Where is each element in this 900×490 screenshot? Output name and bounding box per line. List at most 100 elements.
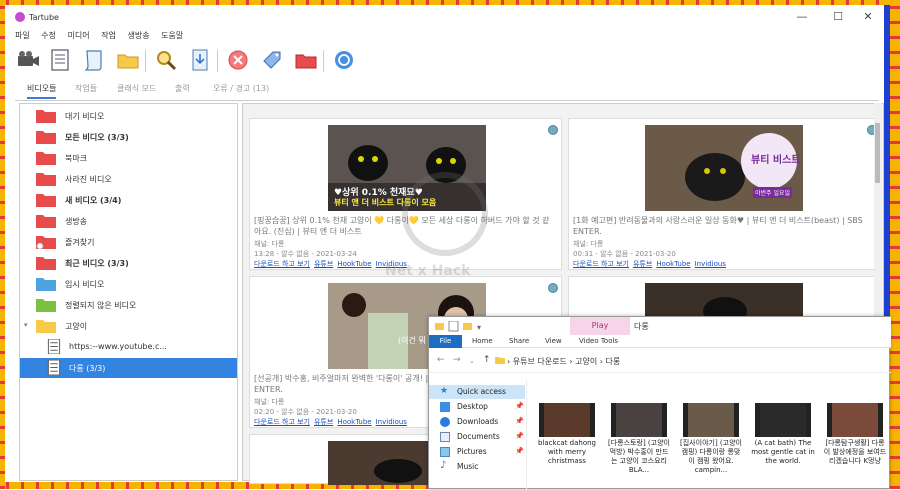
menu-livestreams[interactable]: 생방송 bbox=[127, 31, 149, 40]
tab-output[interactable]: 출력 bbox=[175, 83, 190, 94]
invidious-link[interactable]: Invidious bbox=[695, 260, 726, 268]
nav-downloads[interactable]: Downloads 📌 bbox=[429, 415, 525, 429]
stop-icon[interactable] bbox=[225, 47, 251, 73]
breadcrumb-item[interactable]: 다롱 bbox=[606, 357, 621, 366]
ribbon-view-tab[interactable]: View bbox=[545, 337, 562, 345]
svg-text:▾: ▾ bbox=[477, 323, 481, 332]
tab-play[interactable]: Play bbox=[570, 317, 630, 335]
nav-documents[interactable]: Documents 📌 bbox=[429, 430, 525, 444]
sidebar-item-favourites[interactable]: 즐겨찾기 bbox=[20, 232, 237, 252]
menu-help[interactable]: 도움말 bbox=[161, 31, 183, 40]
magnifier-icon[interactable] bbox=[153, 47, 179, 73]
nav-quick-access[interactable]: ★ Quick access bbox=[429, 385, 525, 399]
sidebar-item-missing[interactable]: 사라진 비디오 bbox=[20, 169, 237, 189]
globe-icon bbox=[548, 125, 558, 135]
video-channel: 채널: 다롱 bbox=[254, 398, 285, 406]
download-icon[interactable] bbox=[187, 47, 213, 73]
minimize-button[interactable]: — bbox=[791, 9, 813, 25]
folder-red-icon[interactable] bbox=[293, 47, 319, 73]
video-card[interactable]: ♥상위 0.1% 천재묘♥ 뷰티 앤 더 비스트 다롱이 모음 [핑꿍습꿍] 상… bbox=[249, 118, 562, 270]
breadcrumb: › 유튜브 다운로드 › 고양이 › 다롱 bbox=[507, 356, 620, 367]
ribbon-video-tools-tab[interactable]: Video Tools bbox=[579, 337, 618, 345]
hooktube-link[interactable]: HookTube bbox=[337, 260, 371, 268]
pin-icon: 📌 bbox=[515, 432, 524, 440]
tag-icon[interactable] bbox=[259, 47, 285, 73]
refresh-icon[interactable] bbox=[331, 47, 357, 73]
video-file-name: [다롱탐구생활] 다롱이 발상에정을 보여드리겠습니다 K멍냥 bbox=[823, 439, 887, 465]
menu-file[interactable]: 파일 bbox=[15, 31, 30, 40]
sidebar-item-label: 생방송 bbox=[65, 217, 88, 226]
thumbnail-caption: 뷰티 비스트 bbox=[751, 155, 801, 166]
chevron-down-icon[interactable]: ▾ bbox=[24, 321, 28, 329]
quick-access-toolbar-icon[interactable]: ▾ bbox=[435, 321, 495, 332]
chevron-down-icon[interactable]: ⌄ bbox=[469, 357, 475, 365]
sidebar-item-waiting[interactable]: 대기 비디오 bbox=[20, 106, 237, 126]
youtube-link[interactable]: 유튜브 bbox=[633, 260, 652, 268]
back-arrow-icon[interactable]: ← bbox=[437, 355, 445, 365]
sidebar-item-label: 즐겨찾기 bbox=[65, 238, 95, 247]
tab-videos[interactable]: 비디오들 bbox=[27, 83, 57, 99]
invidious-link[interactable]: Invidious bbox=[376, 418, 407, 426]
video-card[interactable]: 뷰티 비스트 이번주 일요일 [1화 예고편] 반려동물과의 사랑스러운 일상 … bbox=[568, 118, 881, 270]
sidebar-item-cats[interactable]: ▾ 고양이 bbox=[20, 316, 237, 336]
folder-open-icon[interactable] bbox=[115, 47, 141, 73]
download-watch-link[interactable]: 다운로드 하고 보기 bbox=[254, 418, 310, 426]
window-title: Tartube bbox=[29, 13, 59, 22]
up-arrow-icon[interactable]: ↑ bbox=[483, 355, 491, 365]
sidebar-item-channel-url[interactable]: https:--www.youtube.c... bbox=[20, 337, 237, 357]
video-thumbnail[interactable]: 뷰티 비스트 이번주 일요일 bbox=[645, 125, 803, 211]
maximize-button[interactable]: ☐ bbox=[827, 9, 849, 25]
sidebar-item-unsorted[interactable]: 정렬되지 않은 비디오 bbox=[20, 295, 237, 315]
video-date: 13:28 - 알수 없음 - 2021-03-24 bbox=[254, 250, 357, 258]
sidebar-item-recent[interactable]: 최근 비디오 (3/3) bbox=[20, 253, 237, 273]
breadcrumb-item[interactable]: 유튜브 다운로드 bbox=[513, 357, 567, 366]
sidebar-item-darong[interactable]: 다롱 (3/3) bbox=[20, 358, 237, 378]
video-file-name: [다롱스토랑] (고양이먹방) 박수홍이 만드는 고양이 코스요리 BLA... bbox=[608, 439, 670, 474]
sidebar-item-label: 모든 비디오 (3/3) bbox=[65, 133, 129, 142]
folder-icon bbox=[36, 257, 56, 270]
navigation-pane: ★ Quick access Desktop 📌 Downloads 📌 Doc… bbox=[429, 379, 527, 490]
hooktube-link[interactable]: HookTube bbox=[656, 260, 690, 268]
folder-icon bbox=[36, 215, 56, 228]
nav-desktop[interactable]: Desktop 📌 bbox=[429, 400, 525, 414]
youtube-link[interactable]: 유튜브 bbox=[314, 260, 333, 268]
tartube-app-icon bbox=[15, 12, 25, 22]
tab-progress[interactable]: 작업들 bbox=[75, 83, 97, 94]
hooktube-link[interactable]: HookTube bbox=[337, 418, 371, 426]
nav-label: Quick access bbox=[457, 387, 506, 396]
close-button[interactable]: ✕ bbox=[857, 9, 879, 25]
nav-music[interactable]: ♪ Music bbox=[429, 460, 525, 474]
sidebar-item-livestreams[interactable]: 생방송 bbox=[20, 211, 237, 231]
list-icon[interactable] bbox=[47, 47, 73, 73]
sidebar-item-label: 최근 비디오 (3/3) bbox=[65, 259, 129, 268]
download-watch-link[interactable]: 다운로드 하고 보기 bbox=[573, 260, 629, 268]
sidebar-item-bookmarks[interactable]: 북마크 bbox=[20, 148, 237, 168]
scrollbar-thumb[interactable] bbox=[875, 123, 880, 183]
tab-errors[interactable]: 오류 / 경고 (13) bbox=[213, 83, 269, 94]
camera-icon[interactable] bbox=[15, 47, 41, 73]
sidebar-item-label: 대기 비디오 bbox=[65, 112, 105, 121]
ribbon-file-tab[interactable]: File bbox=[429, 335, 462, 348]
folder-icon bbox=[36, 278, 56, 291]
menu-media[interactable]: 미디어 bbox=[68, 31, 90, 40]
tab-classic-mode[interactable]: 클래식 모드 bbox=[117, 83, 156, 94]
pictures-icon bbox=[440, 447, 450, 457]
ribbon-share-tab[interactable]: Share bbox=[509, 337, 529, 345]
video-title: [1화 예고편] 반려동물과의 사랑스러운 일상 동화♥ | 뷰티 앤 더 비스… bbox=[573, 216, 863, 236]
pin-icon: 📌 bbox=[515, 417, 524, 425]
sidebar-item-new-videos[interactable]: 새 비디오 (3/4) bbox=[20, 190, 237, 210]
video-file-thumbnail bbox=[611, 403, 667, 437]
forward-arrow-icon[interactable]: → bbox=[453, 355, 461, 365]
menu-operations[interactable]: 작업 bbox=[101, 31, 116, 40]
sidebar-item-temp[interactable]: 임시 비디오 bbox=[20, 274, 237, 294]
download-watch-link[interactable]: 다운로드 하고 보기 bbox=[254, 260, 310, 268]
nav-pictures[interactable]: Pictures 📌 bbox=[429, 445, 525, 459]
breadcrumb-item[interactable]: 고양이 bbox=[575, 357, 597, 366]
toolbar-divider bbox=[145, 50, 146, 72]
scroll-icon[interactable] bbox=[81, 47, 107, 73]
youtube-link[interactable]: 유튜브 bbox=[314, 418, 333, 426]
ribbon-home-tab[interactable]: Home bbox=[472, 337, 493, 345]
sidebar-item-all-videos[interactable]: 모든 비디오 (3/3) bbox=[20, 127, 237, 147]
folder-icon bbox=[36, 236, 56, 249]
menu-edit[interactable]: 수정 bbox=[41, 31, 56, 40]
